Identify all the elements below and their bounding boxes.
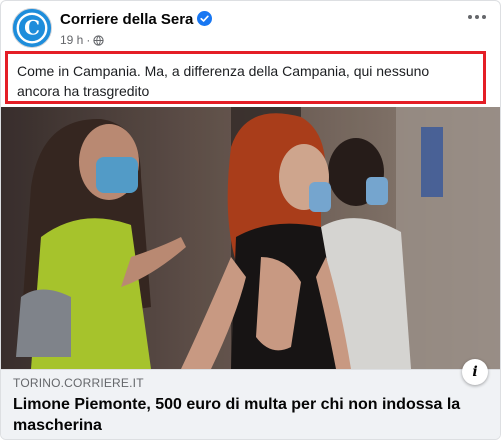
post-timestamp[interactable]: 19 h	[60, 33, 83, 47]
more-options-icon[interactable]	[464, 7, 490, 27]
caption-highlight: Come in Campania. Ma, a differenza della…	[5, 51, 486, 104]
post-card: C Corriere della Sera 19 h · Come in Cam…	[0, 0, 501, 440]
link-headline[interactable]: Limone Piemonte, 500 euro di multa per c…	[13, 394, 491, 436]
svg-text:C: C	[24, 16, 40, 40]
post-caption: Come in Campania. Ma, a differenza della…	[17, 63, 430, 99]
verified-badge-icon	[197, 11, 213, 26]
meta-separator: ·	[86, 33, 91, 47]
link-preview[interactable]: TORINO.CORRIERE.IT Limone Piemonte, 500 …	[1, 369, 500, 439]
link-domain: TORINO.CORRIERE.IT	[13, 376, 144, 390]
page-name-link[interactable]: Corriere della Sera	[60, 11, 213, 28]
more-dot	[482, 15, 486, 19]
globe-icon[interactable]	[93, 34, 104, 46]
corriere-logo-icon[interactable]: C	[12, 8, 52, 48]
post-header: C Corriere della Sera 19 h ·	[1, 1, 500, 49]
info-icon[interactable]: i	[462, 359, 488, 385]
more-dot	[475, 15, 479, 19]
post-meta: 19 h ·	[60, 33, 104, 47]
page-name[interactable]: Corriere della Sera	[60, 11, 193, 28]
post-photo[interactable]	[1, 107, 500, 369]
more-dot	[468, 15, 472, 19]
